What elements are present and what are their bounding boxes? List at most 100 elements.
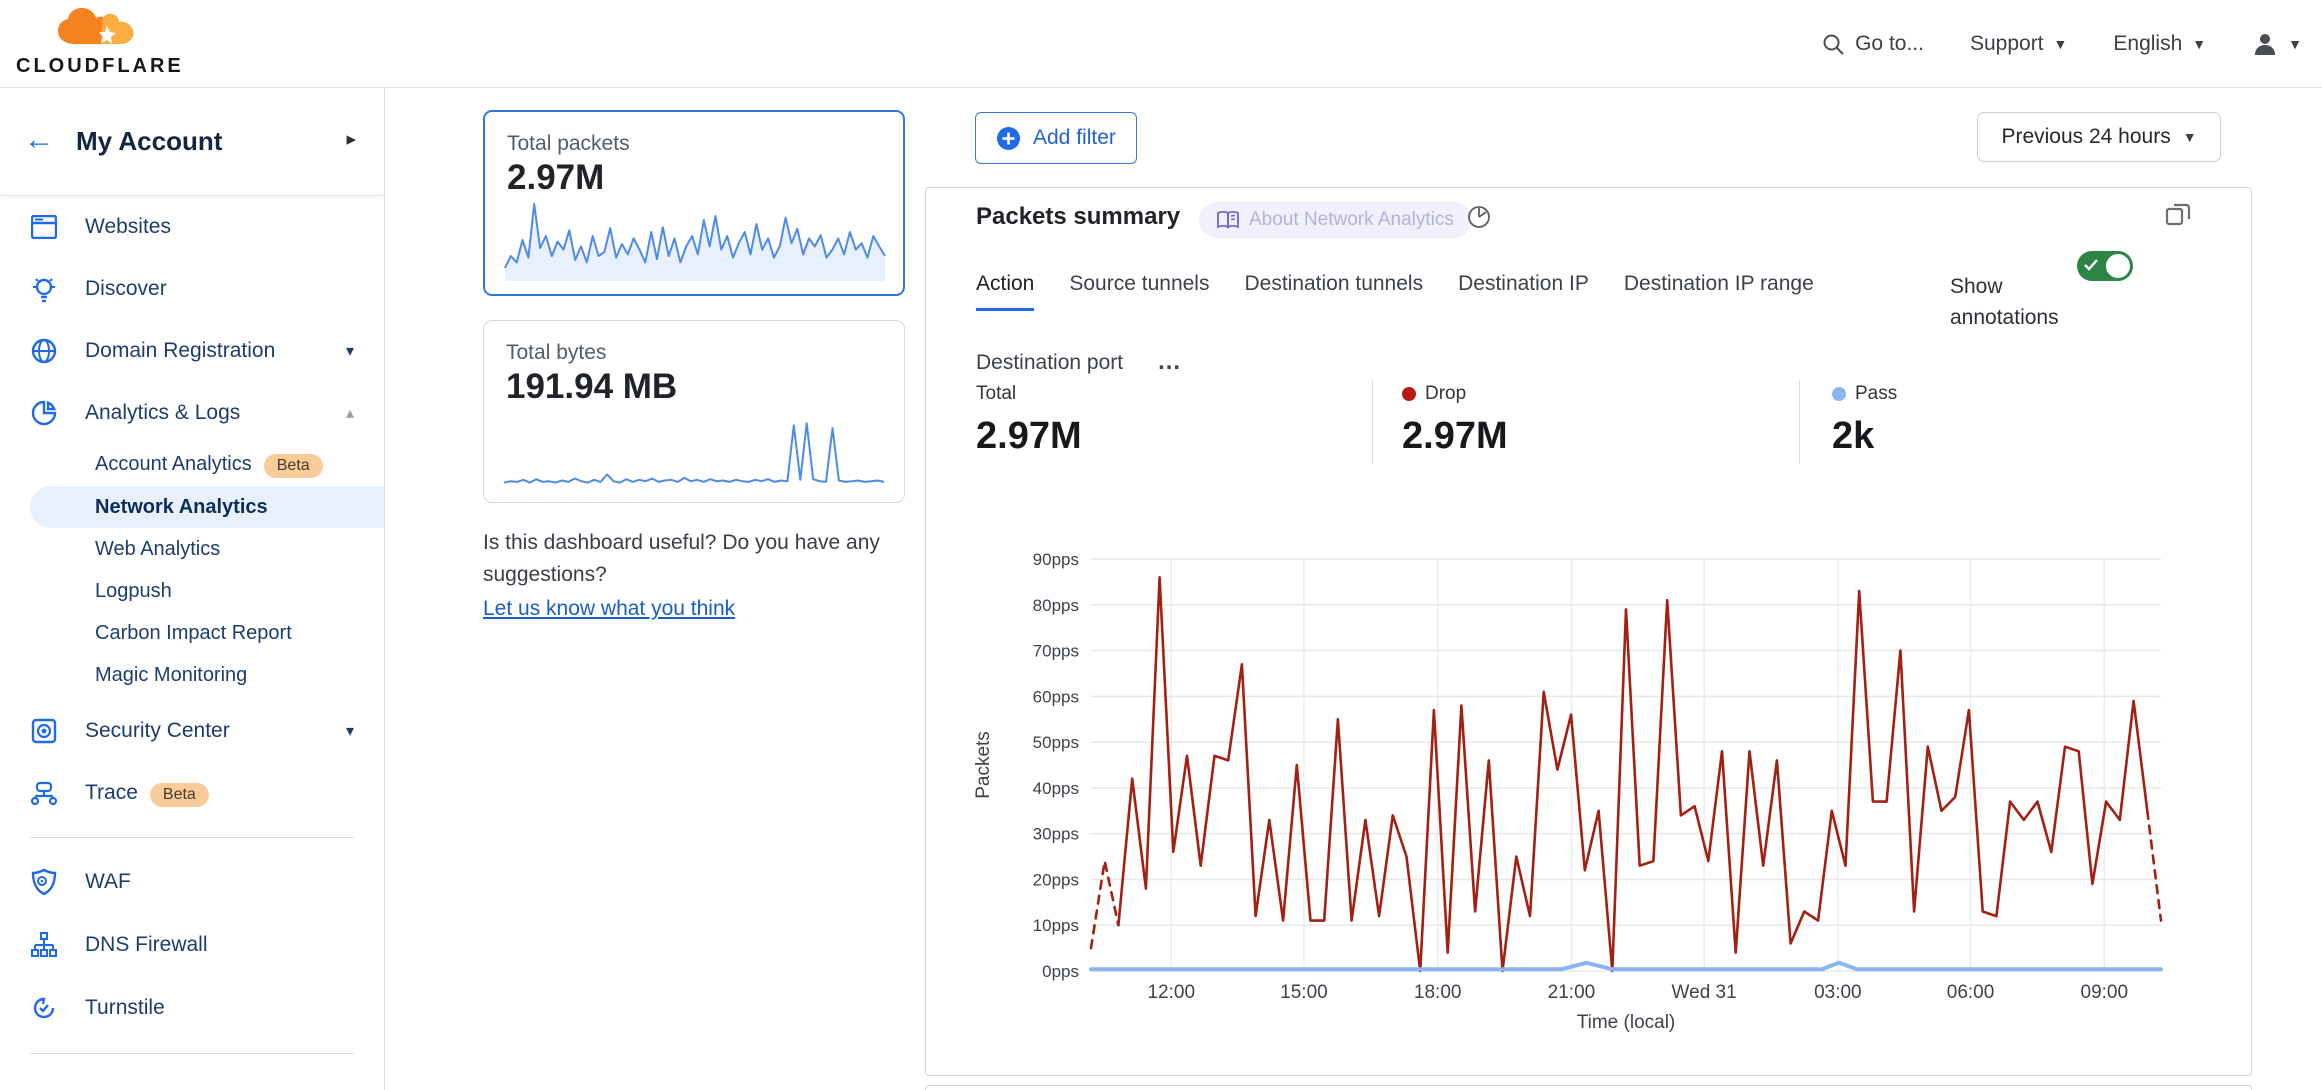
chevron-down-icon: ▾ <box>346 721 354 741</box>
chevron-right-icon[interactable]: ▸ <box>346 128 356 151</box>
sidebar-item-network-analytics[interactable]: Network Analytics <box>30 486 385 528</box>
card-title: Total packets <box>507 132 903 156</box>
svg-text:90pps: 90pps <box>1033 550 1079 569</box>
globe-icon <box>30 337 58 365</box>
goto-search[interactable]: Go to... <box>1822 32 1924 56</box>
expand-panel-icon[interactable] <box>2164 201 2192 234</box>
feedback-link[interactable]: Let us know what you think <box>483 593 735 625</box>
tab-destination-tunnels[interactable]: Destination tunnels <box>1244 272 1423 311</box>
packets-summary-panel: Packets summary About Network Analytics … <box>925 187 2252 1076</box>
sidebar-item-security-center[interactable]: Security Center ▾ <box>0 709 384 753</box>
svg-text:20pps: 20pps <box>1033 870 1079 889</box>
stat-divider <box>1372 380 1373 464</box>
breakdown-tabs-row2: Destination port ... <box>976 351 1181 387</box>
packets-chart[interactable]: 0pps10pps20pps30pps40pps50pps60pps70pps8… <box>961 541 2191 1051</box>
usage-pie-icon[interactable] <box>1466 204 1492 235</box>
support-menu[interactable]: Support ▼ <box>1970 32 2067 56</box>
cloudflare-dashboard: CLOUDFLARE Go to... Support ▼ English ▼ <box>0 0 2322 1090</box>
cloudflare-logo[interactable]: CLOUDFLARE <box>16 6 180 82</box>
sidebar: ← My Account ▸ Websites Discover Domain … <box>0 88 385 1090</box>
sidebar-item-partial[interactable] <box>0 1076 384 1090</box>
stat-divider <box>1799 380 1800 464</box>
sidebar-item-turnstile[interactable]: Turnstile <box>0 986 384 1030</box>
breakdown-tabs: Action Source tunnels Destination tunnel… <box>976 272 1814 311</box>
show-annotations-label: Show annotations <box>1950 271 2080 333</box>
chevron-down-icon: ▼ <box>2288 36 2302 52</box>
tab-action[interactable]: Action <box>976 272 1034 311</box>
sidebar-item-domain-registration[interactable]: Domain Registration ▾ <box>0 329 384 373</box>
support-label: Support <box>1970 32 2044 56</box>
svg-text:Wed 31: Wed 31 <box>1672 982 1737 1003</box>
check-icon <box>2084 259 2098 271</box>
svg-text:0pps: 0pps <box>1042 962 1079 981</box>
card-value: 191.94 MB <box>506 367 904 407</box>
sidebar-item-carbon-impact-report[interactable]: Carbon Impact Report <box>0 612 384 654</box>
svg-text:10pps: 10pps <box>1033 916 1079 935</box>
burst-icon <box>30 1084 58 1090</box>
plus-circle-icon <box>996 126 1021 151</box>
chevron-down-icon: ▼ <box>2054 36 2068 52</box>
account-menu[interactable]: ▼ <box>2252 31 2302 57</box>
tab-destination-port[interactable]: Destination port <box>976 351 1123 387</box>
account-header[interactable]: ← My Account ▸ <box>0 88 384 196</box>
user-icon <box>2252 31 2278 57</box>
time-range-select[interactable]: Previous 24 hours ▼ <box>1977 112 2221 162</box>
add-filter-button[interactable]: Add filter <box>975 112 1137 164</box>
svg-text:Packets: Packets <box>973 731 994 799</box>
language-menu[interactable]: English ▼ <box>2113 32 2206 56</box>
stat-total: Total 2.97M <box>976 383 1082 458</box>
sidebar-item-dns-firewall[interactable]: DNS Firewall <box>0 923 384 967</box>
trace-icon <box>30 780 58 808</box>
show-annotations-toggle[interactable] <box>2077 251 2133 281</box>
sidebar-item-trace[interactable]: TraceBeta <box>0 772 384 816</box>
sidebar-item-discover[interactable]: Discover <box>0 267 384 311</box>
more-tabs-button[interactable]: ... <box>1158 357 1181 381</box>
sidebar-item-web-analytics[interactable]: Web Analytics <box>0 528 384 570</box>
rotate-check-icon <box>30 994 58 1022</box>
svg-text:70pps: 70pps <box>1033 642 1079 661</box>
back-arrow-icon[interactable]: ← <box>24 122 54 158</box>
chevron-down-icon: ▼ <box>2192 36 2206 52</box>
svg-text:40pps: 40pps <box>1033 779 1079 798</box>
total-packets-card[interactable]: Total packets 2.97M <box>483 110 905 296</box>
svg-text:03:00: 03:00 <box>1814 982 1862 1003</box>
bytes-sparkline <box>502 416 886 490</box>
cloudflare-wordmark: CLOUDFLARE <box>16 55 180 78</box>
svg-text:09:00: 09:00 <box>2081 982 2129 1003</box>
sidebar-item-websites[interactable]: Websites <box>0 205 384 249</box>
svg-text:80pps: 80pps <box>1033 596 1079 615</box>
tab-destination-ip-range[interactable]: Destination IP range <box>1624 272 1814 311</box>
drop-dot <box>1402 387 1416 401</box>
sidebar-item-logpush[interactable]: Logpush <box>0 570 384 612</box>
stat-pass: Pass 2k <box>1832 383 1897 458</box>
toggle-knob <box>2106 254 2130 278</box>
svg-text:Time (local): Time (local) <box>1577 1012 1676 1033</box>
svg-text:06:00: 06:00 <box>1947 982 1995 1003</box>
packets-sparkline <box>503 196 887 282</box>
top-nav: Go to... Support ▼ English ▼ ▼ <box>1822 0 2302 88</box>
card-value: 2.97M <box>507 158 903 198</box>
panel-title: Packets summary <box>976 203 1180 231</box>
browser-icon <box>30 213 58 241</box>
tab-source-tunnels[interactable]: Source tunnels <box>1069 272 1209 311</box>
feedback-question: Is this dashboard useful? Do you have an… <box>483 531 880 586</box>
total-bytes-card[interactable]: Total bytes 191.94 MB <box>483 320 905 503</box>
book-icon <box>1217 211 1239 229</box>
sidebar-item-account-analytics[interactable]: Account AnalyticsBeta <box>0 444 384 486</box>
account-name: My Account <box>76 126 222 157</box>
sidebar-divider <box>30 1053 354 1054</box>
chevron-down-icon: ▾ <box>346 341 354 361</box>
sidebar-item-waf[interactable]: WAF <box>0 860 384 904</box>
sidebar-item-magic-monitoring[interactable]: Magic Monitoring <box>0 654 384 696</box>
about-network-analytics-badge[interactable]: About Network Analytics <box>1199 202 1472 238</box>
search-icon <box>1822 33 1845 56</box>
svg-text:12:00: 12:00 <box>1147 982 1195 1003</box>
svg-text:18:00: 18:00 <box>1414 982 1462 1003</box>
shield-gear-icon <box>30 868 58 896</box>
sidebar-divider <box>30 837 354 838</box>
sidebar-item-analytics-logs[interactable]: Analytics & Logs ▴ <box>0 391 384 435</box>
tab-destination-ip[interactable]: Destination IP <box>1458 272 1589 311</box>
beta-badge: Beta <box>264 454 323 478</box>
vault-icon <box>30 717 58 745</box>
svg-text:15:00: 15:00 <box>1280 982 1328 1003</box>
